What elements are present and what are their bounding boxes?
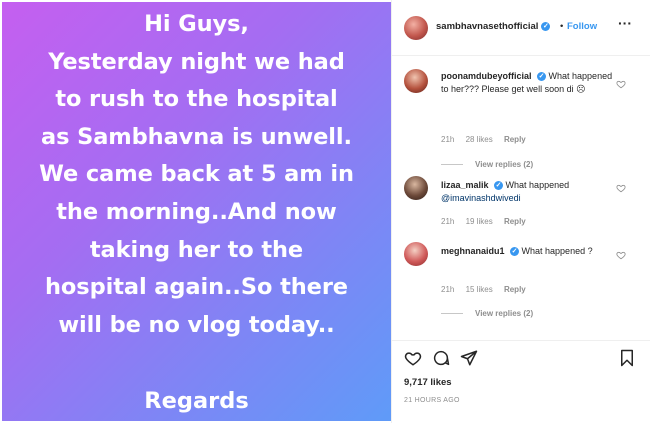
reply-button[interactable]: Reply [504, 285, 526, 294]
heart-outline-icon[interactable] [616, 250, 626, 260]
heart-icon[interactable] [404, 349, 422, 367]
comments-list[interactable]: poonamdubeyofficial ✓ What happened to h… [392, 57, 650, 337]
view-replies-button[interactable]: View replies (2) [441, 160, 533, 169]
verified-badge-icon: ✓ [510, 247, 520, 257]
follow-button[interactable]: Follow [567, 21, 597, 32]
username-link[interactable]: sambhavnasethofficial ✓ [436, 21, 551, 32]
comment-username[interactable]: lizaa_malik [441, 180, 489, 190]
comment-body: What happened ? [519, 246, 593, 256]
story-regards: Regards [144, 388, 249, 414]
comment-text: lizaa_malik ✓ What happened @imavinashdw… [441, 179, 619, 205]
story-line: the morning..And now [56, 198, 337, 225]
likes-count[interactable]: 9,717 likes [404, 377, 452, 388]
reply-button[interactable]: Reply [504, 217, 526, 226]
bookmark-icon[interactable] [618, 349, 636, 367]
avatar[interactable] [404, 16, 428, 40]
post-timestamp[interactable]: 21 HOURS AGO [404, 397, 460, 404]
comment-text: poonamdubeyofficial ✓ What happened to h… [441, 70, 619, 96]
view-replies-label[interactable]: View replies (2) [475, 160, 533, 169]
avatar[interactable] [404, 176, 428, 200]
comment-likes[interactable]: 15 likes [466, 285, 493, 294]
mention-link[interactable]: @imavinashdwivedi [441, 193, 521, 203]
action-bar: 9,717 likes 21 HOURS AGO [392, 340, 650, 423]
story-line: We came back at 5 am in [39, 161, 354, 188]
avatar[interactable] [404, 69, 428, 93]
comment-likes[interactable]: 28 likes [466, 135, 493, 144]
comment-body: What happened [503, 180, 570, 190]
verified-badge-icon: ✓ [494, 181, 504, 191]
story-line: hospital again..So there [45, 274, 348, 301]
instagram-post-frame: Hi Guys, Yesterday night we had to rush … [0, 0, 650, 423]
view-replies-label[interactable]: View replies (2) [475, 309, 533, 318]
heart-outline-icon[interactable] [616, 79, 626, 89]
story-text: Hi Guys, Yesterday night we had to rush … [2, 6, 391, 344]
comment-time: 21h [441, 135, 455, 144]
comment-text: meghnanaidu1 ✓ What happened ? [441, 245, 619, 258]
divider [441, 164, 463, 166]
story-line: Hi Guys, [144, 11, 249, 37]
comment-icon[interactable] [432, 349, 450, 367]
divider [441, 313, 463, 315]
post-header: sambhavnasethofficial ✓ • Follow ··· [392, 0, 650, 56]
username[interactable]: sambhavnasethofficial [436, 21, 538, 32]
comment-time: 21h [441, 285, 455, 294]
verified-badge-icon: ✓ [541, 21, 551, 31]
comment-time: 21h [441, 217, 455, 226]
post-image[interactable]: Hi Guys, Yesterday night we had to rush … [2, 2, 391, 421]
story-line: will be no vlog today.. [58, 311, 335, 338]
separator: • [560, 21, 564, 32]
story-line: taking her to the [89, 236, 304, 263]
avatar[interactable] [404, 242, 428, 266]
story-line: Yesterday night we had [48, 48, 345, 75]
story-line: as Sambhavna is unwell. [41, 123, 352, 150]
comment-likes[interactable]: 19 likes [466, 217, 493, 226]
heart-outline-icon[interactable] [616, 183, 626, 193]
post-sidebar: sambhavnasethofficial ✓ • Follow ··· poon… [391, 0, 650, 423]
comment-meta: 21h 28 likes Reply [441, 135, 535, 144]
view-replies-button[interactable]: View replies (2) [441, 309, 533, 318]
comment-meta: 21h 15 likes Reply [441, 285, 535, 294]
story-line: to rush to the hospital [55, 86, 338, 113]
reply-button[interactable]: Reply [504, 135, 526, 144]
more-options-icon[interactable]: ··· [618, 15, 632, 31]
verified-badge-icon: ✓ [537, 72, 547, 82]
comment-username[interactable]: poonamdubeyofficial [441, 71, 532, 81]
comment-meta: 21h 19 likes Reply [441, 217, 535, 226]
share-icon[interactable] [460, 349, 478, 367]
comment-username[interactable]: meghnanaidu1 [441, 246, 505, 256]
